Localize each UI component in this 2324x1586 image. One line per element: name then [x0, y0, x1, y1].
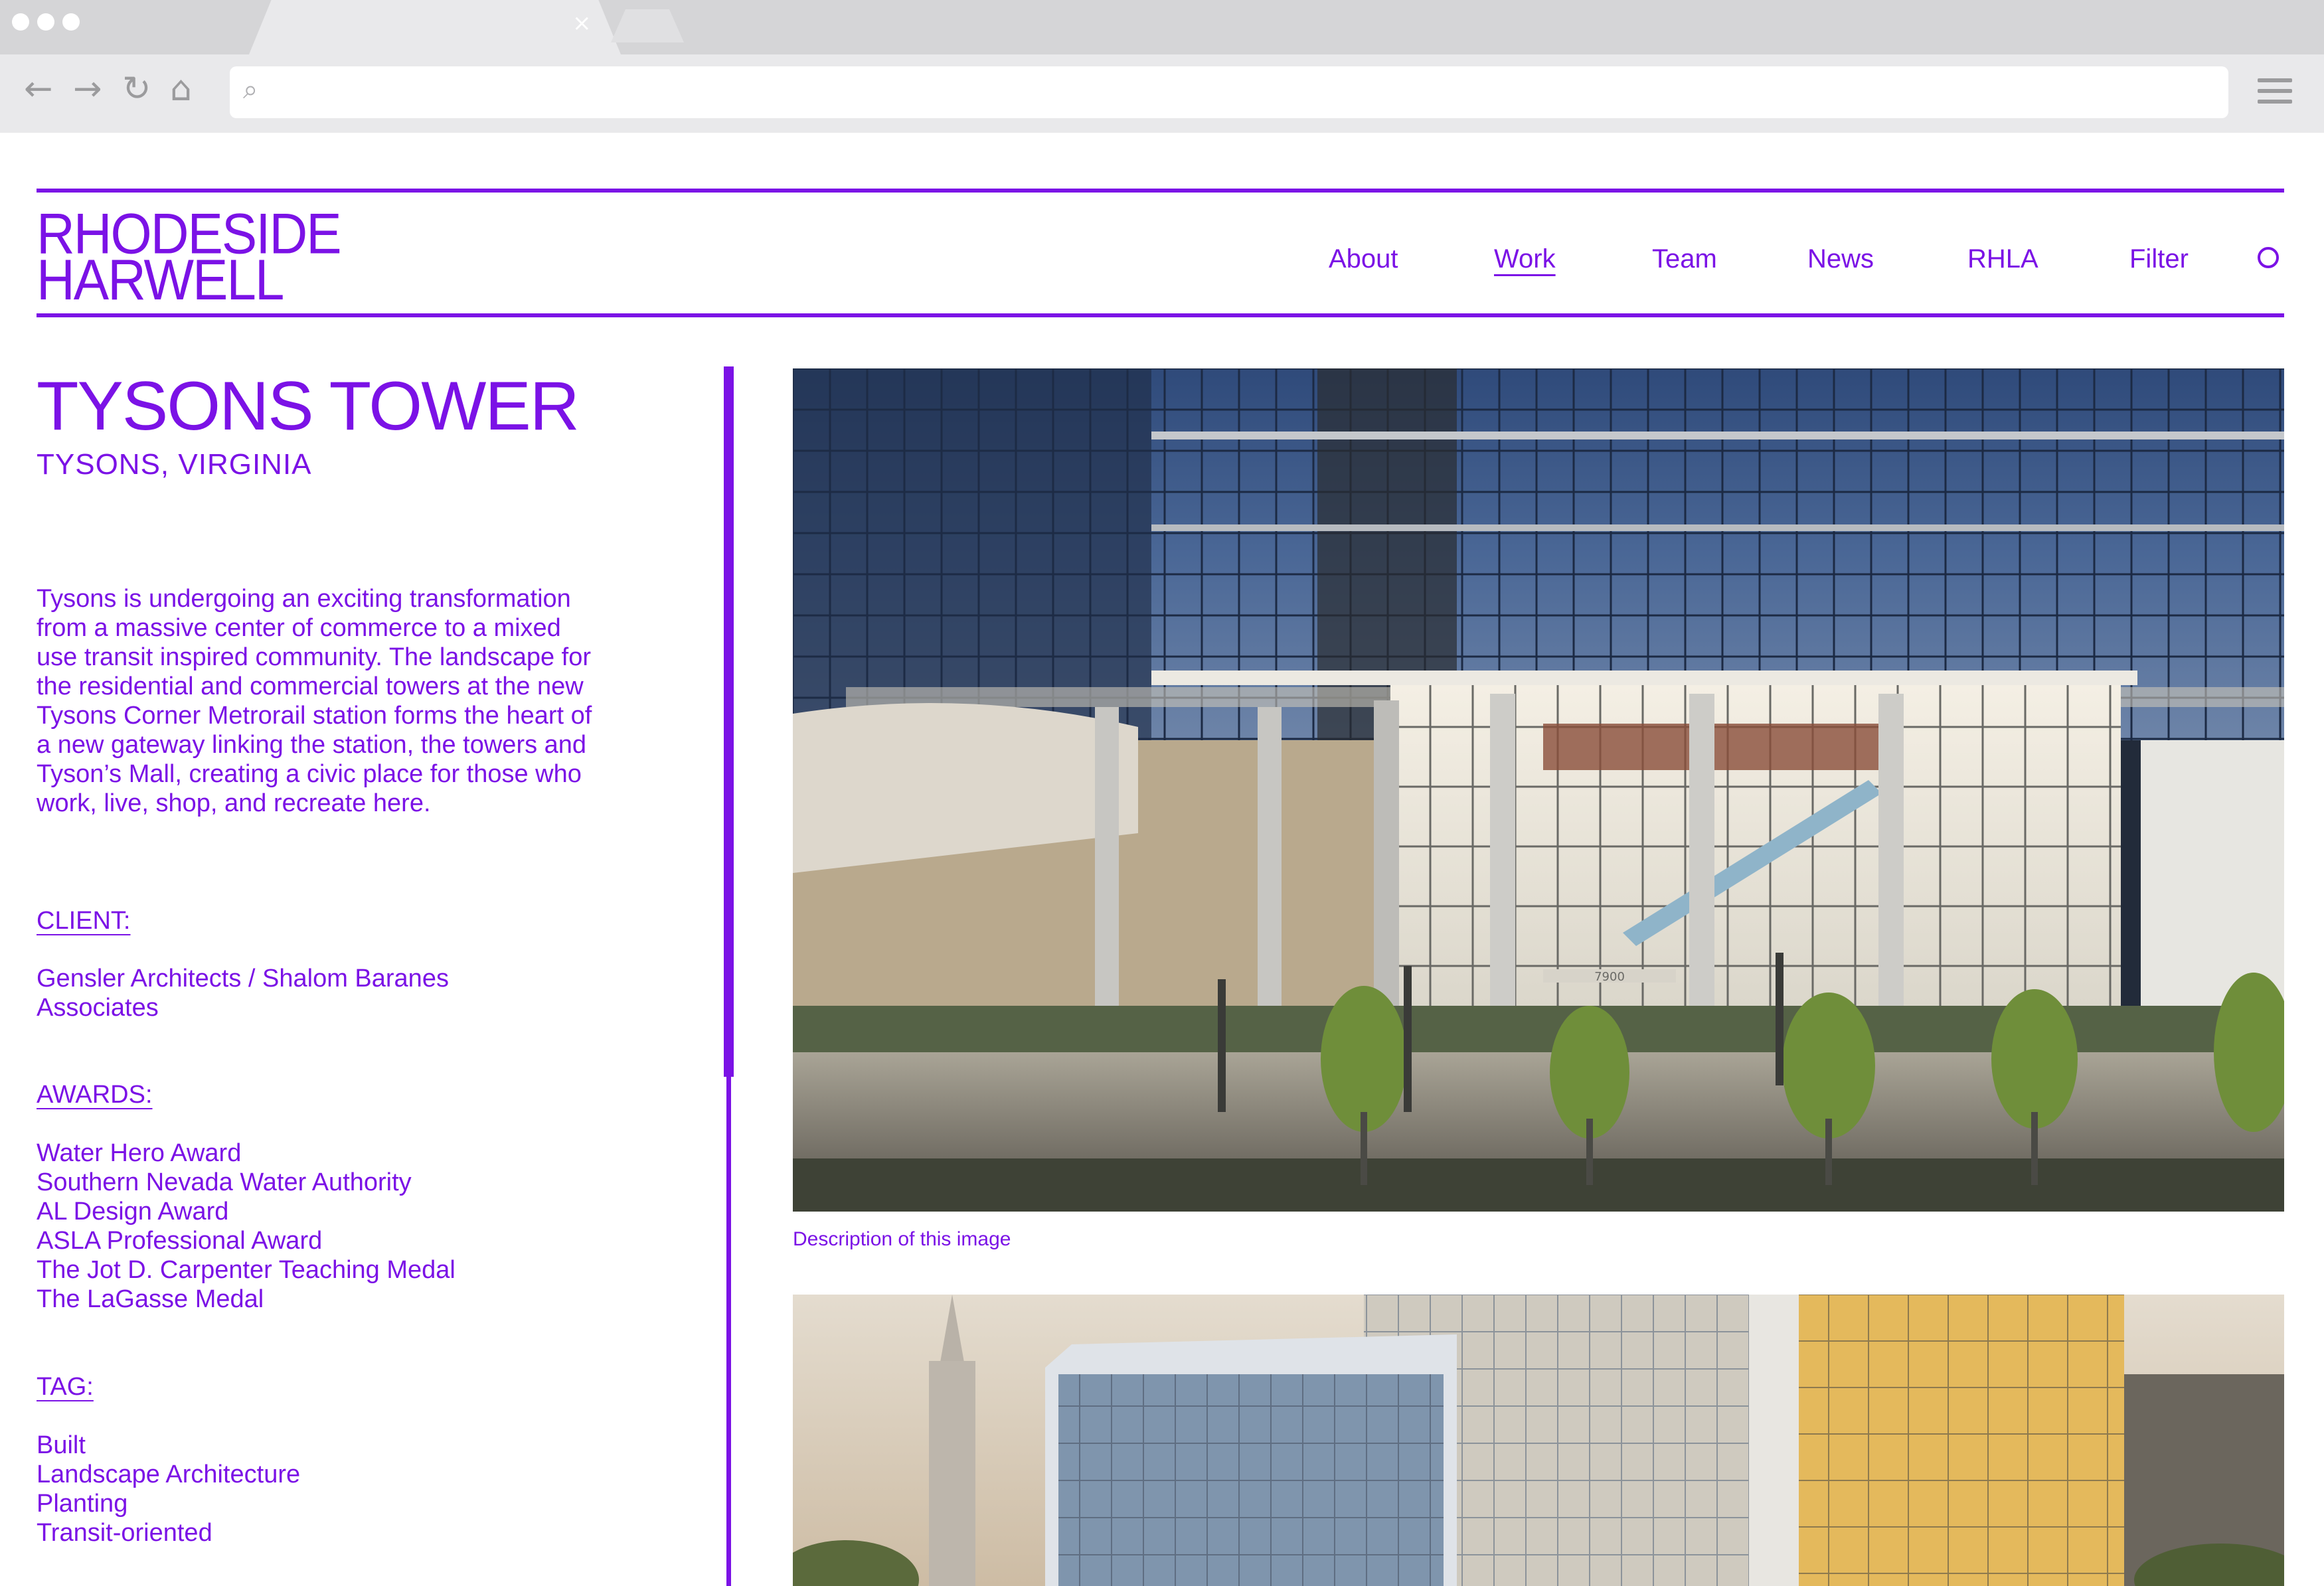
- nav-work[interactable]: Work: [1494, 244, 1556, 274]
- site-logo[interactable]: RHODESIDE HARWELL: [37, 205, 342, 309]
- tag-item[interactable]: Built: [37, 1431, 300, 1460]
- forward-arrow-icon[interactable]: →: [73, 72, 102, 106]
- nav-news[interactable]: News: [1807, 244, 1874, 274]
- tag-item[interactable]: Landscape Architecture: [37, 1460, 300, 1489]
- award-item: ASLA Professional Award: [37, 1227, 323, 1255]
- client-list: Gensler Architects / Shalom Baranes Asso…: [37, 964, 449, 1022]
- search-icon: ⌕: [243, 74, 258, 105]
- reload-icon[interactable]: ↻: [122, 72, 151, 106]
- nav-team[interactable]: Team: [1652, 244, 1717, 274]
- awards-label[interactable]: AWARDS:: [37, 1081, 153, 1109]
- award-item: Southern Nevada Water Authority: [37, 1168, 412, 1196]
- project-location: TYSONS, VIRGINIA: [37, 448, 312, 481]
- window-minimize-dot[interactable]: [37, 13, 54, 31]
- header-top-rule: [37, 189, 2284, 193]
- browser-chrome: × ← → ↻ ⌂ ⌕: [0, 0, 2324, 133]
- browser-tab-new[interactable]: [611, 9, 684, 42]
- tag-list: Built Landscape Architecture Planting Tr…: [37, 1431, 300, 1547]
- project-description: Tysons is undergoing an exciting transfo…: [37, 585, 592, 817]
- client-label[interactable]: CLIENT:: [37, 907, 130, 935]
- nav-filter[interactable]: Filter: [2129, 244, 2189, 274]
- award-item: AL Design Award: [37, 1198, 229, 1226]
- search-icon[interactable]: [2258, 247, 2279, 268]
- nav-rhla[interactable]: RHLA: [1967, 244, 2038, 274]
- tag-item[interactable]: Planting: [37, 1489, 300, 1518]
- tag-label[interactable]: TAG:: [37, 1373, 94, 1401]
- building-sign-number: 7900: [1594, 970, 1625, 984]
- header-bottom-rule: [37, 313, 2284, 317]
- window-zoom-dot[interactable]: [62, 13, 80, 31]
- nav-about[interactable]: About: [1329, 244, 1398, 274]
- client-line: Associates: [37, 994, 159, 1022]
- image-caption: Description of this image: [793, 1228, 1011, 1250]
- project-title: TYSONS TOWER: [37, 368, 580, 445]
- home-icon[interactable]: ⌂: [170, 72, 192, 106]
- window-close-dot[interactable]: [12, 13, 29, 31]
- project-rendering-tower[interactable]: [793, 1295, 2284, 1586]
- tab-close-icon[interactable]: ×: [572, 12, 592, 35]
- tag-item[interactable]: Transit-oriented: [37, 1518, 300, 1547]
- award-item: Water Hero Award: [37, 1139, 242, 1167]
- back-arrow-icon[interactable]: ←: [24, 72, 53, 106]
- award-item: The Jot D. Carpenter Teaching Medal: [37, 1256, 456, 1284]
- browser-tab-active[interactable]: [249, 0, 621, 54]
- hamburger-menu-icon[interactable]: [2258, 78, 2292, 110]
- address-bar[interactable]: ⌕: [230, 66, 2228, 118]
- scroll-thumb[interactable]: [724, 366, 734, 1077]
- project-photo-night-tower[interactable]: 7900: [793, 368, 2284, 1212]
- client-line: Gensler Architects / Shalom Baranes: [37, 965, 449, 992]
- award-item: The LaGasse Medal: [37, 1285, 264, 1313]
- awards-list: Water Hero Award Southern Nevada Water A…: [37, 1139, 456, 1314]
